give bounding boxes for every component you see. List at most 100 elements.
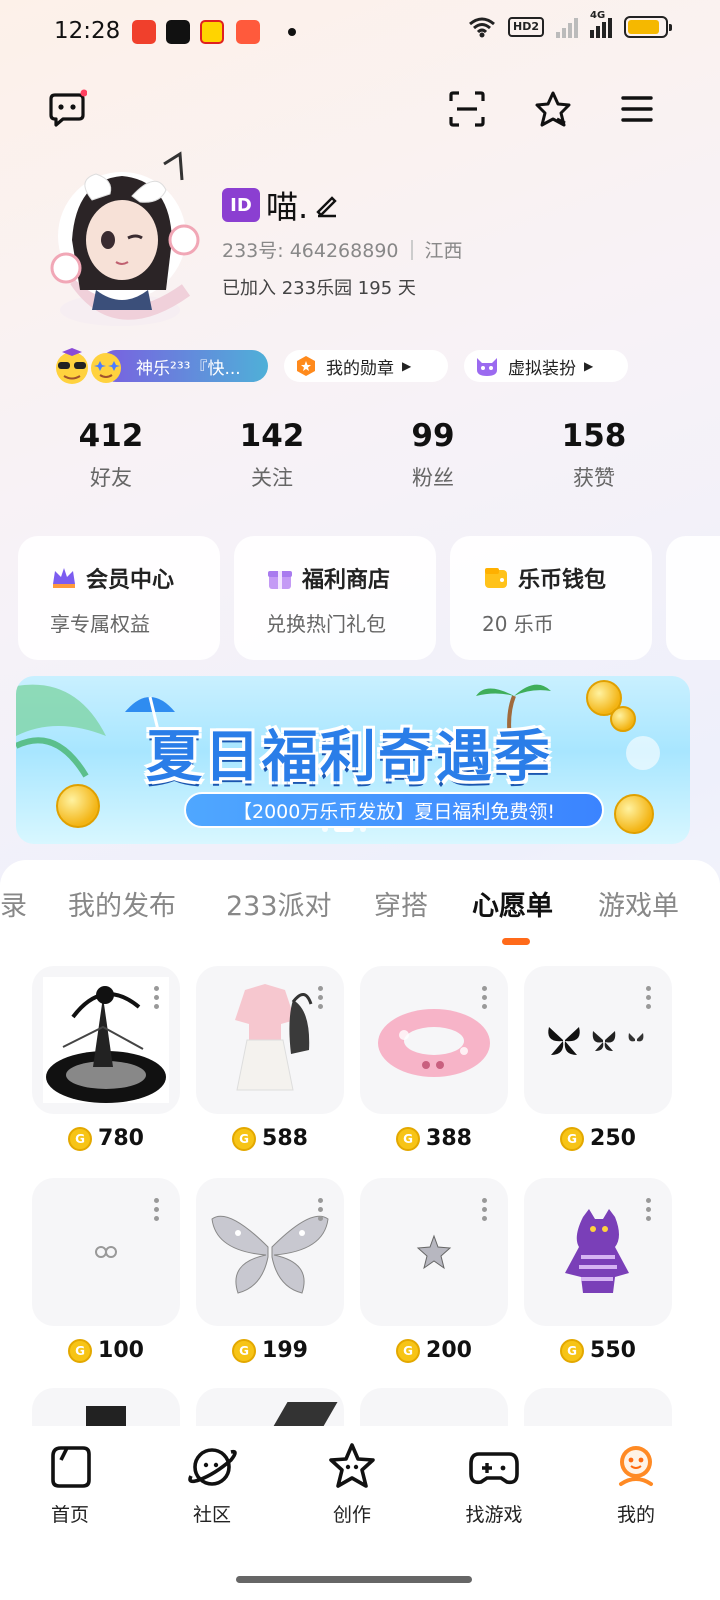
more-options-icon[interactable]	[154, 986, 160, 1009]
banner-subtitle: 【2000万乐币发放】夏日福利免费领!	[184, 792, 604, 828]
bubble-decoration	[626, 736, 660, 770]
price-value: 550	[590, 1338, 636, 1363]
join-days-text: 已加入 233乐园 195 天	[222, 278, 416, 299]
vip-center-card[interactable]: 会员中心 享专属权益	[18, 536, 220, 660]
notification-dot	[288, 28, 296, 36]
bw-art-figure-icon	[43, 977, 169, 1103]
wishlist-item[interactable]: G 100	[32, 1178, 180, 1363]
wishlist-item[interactable]	[524, 1388, 672, 1428]
more-options-icon[interactable]	[318, 1198, 324, 1221]
price-value: 388	[426, 1126, 472, 1151]
edit-icon[interactable]	[314, 192, 340, 218]
nav-label: 首页	[50, 1504, 89, 1526]
wishlist-item[interactable]: G 588	[196, 966, 344, 1151]
crown-icon	[53, 568, 75, 588]
profile-name: ID 喵.	[222, 182, 340, 228]
wallet-icon	[485, 568, 507, 588]
wishlist-item[interactable]: G 388	[360, 966, 508, 1151]
item-price: G 200	[360, 1338, 508, 1363]
wishlist-item[interactable]	[360, 1388, 508, 1428]
more-options-icon[interactable]	[482, 1198, 488, 1221]
card-title: 乐币钱包	[518, 568, 607, 593]
item-price: G 100	[32, 1338, 180, 1363]
more-options-icon[interactable]	[154, 1198, 160, 1221]
avatar[interactable]	[36, 140, 200, 330]
stat-following[interactable]: 142 关注	[217, 418, 327, 492]
nav-label: 找游戏	[465, 1504, 523, 1526]
coin-icon: G	[68, 1126, 93, 1151]
caret-right-icon: ▶	[402, 359, 412, 373]
item-thumbnail	[32, 1178, 180, 1326]
coin-icon: G	[68, 1338, 93, 1363]
nav-home[interactable]: 首页	[20, 1440, 120, 1527]
tab-my-posts[interactable]: 我的发布	[68, 884, 176, 923]
region-text: 江西	[424, 240, 463, 262]
item-price: G 550	[524, 1338, 672, 1363]
wishlist-item[interactable]: G 550	[524, 1178, 672, 1363]
nav-find-games[interactable]: 找游戏	[444, 1440, 544, 1527]
id-badge-icon: ID	[222, 188, 260, 222]
stat-friends[interactable]: 412 好友	[56, 418, 166, 492]
wishlist-item[interactable]: G 250	[524, 966, 672, 1151]
caret-right-icon: ▶	[584, 359, 594, 373]
coin-decoration	[610, 706, 636, 732]
message-icon[interactable]	[44, 86, 90, 132]
tab-outfits[interactable]: 穿搭	[374, 884, 428, 923]
home-indicator	[236, 1576, 472, 1583]
stat-fans[interactable]: 99 粉丝	[378, 418, 488, 492]
card-subtitle: 享专属权益	[50, 612, 150, 636]
menu-icon[interactable]	[614, 86, 660, 132]
stat-label: 好友	[90, 466, 132, 490]
star-badge-icon[interactable]	[530, 86, 576, 132]
weibo-icon	[200, 20, 224, 44]
tab-233-party[interactable]: 233派对	[226, 884, 332, 923]
profile-tabs: 录 我的发布 233派对 穿搭 心愿单 游戏单	[0, 884, 720, 928]
wishlist-item[interactable]	[196, 1388, 344, 1428]
cat-mask-icon	[477, 358, 497, 376]
stat-value: 158	[561, 418, 627, 454]
item-thumbnail	[32, 966, 180, 1114]
nav-community[interactable]: 社区	[162, 1440, 262, 1527]
coin-decoration	[56, 784, 100, 828]
wishlist-item[interactable]: G 199	[196, 1178, 344, 1363]
item-thumbnail	[360, 1178, 508, 1326]
tab-wishlist[interactable]: 心愿单	[472, 884, 553, 923]
welfare-shop-card[interactable]: 福利商店 兑换热门礼包	[234, 536, 436, 660]
nav-create[interactable]: 创作	[302, 1440, 402, 1527]
nav-mine[interactable]: 我的	[586, 1440, 686, 1527]
promo-banner[interactable]: 夏日福利奇遇季 【2000万乐币发放】夏日福利免费领!	[16, 676, 690, 844]
item-price: G 780	[32, 1126, 180, 1151]
bottom-nav: 首页 社区 创作 找游戏 我的	[0, 1426, 720, 1600]
wifi-icon	[469, 17, 495, 38]
wishlist-item[interactable]	[32, 1388, 180, 1428]
more-options-icon[interactable]	[646, 986, 652, 1009]
item-price: G 250	[524, 1126, 672, 1151]
card-subtitle: 20 乐币	[482, 612, 554, 636]
wishlist-item[interactable]: G 780	[32, 966, 180, 1151]
wishlist-item[interactable]: G 200	[360, 1178, 508, 1363]
stat-likes[interactable]: 158 获赞	[539, 418, 649, 492]
tab-game-list[interactable]: 游戏单	[598, 884, 679, 923]
next-feature-card[interactable]	[666, 536, 720, 660]
more-options-icon[interactable]	[318, 986, 324, 1009]
my-medals-button[interactable]: 我的勋章 ▶	[284, 350, 448, 382]
item-price: G 199	[196, 1338, 344, 1363]
tab-records[interactable]: 录	[0, 884, 27, 923]
tiny-charm-icon	[95, 1246, 117, 1258]
virtual-dress-button[interactable]: 虚拟装扮 ▶	[464, 350, 628, 382]
coin-wallet-card[interactable]: 乐币钱包 20 乐币	[450, 536, 652, 660]
gamepad-icon	[469, 1452, 519, 1485]
more-options-icon[interactable]	[646, 1198, 652, 1221]
card-subtitle: 兑换热门礼包	[266, 612, 386, 636]
item-price: G 388	[360, 1126, 508, 1151]
hd-icon: HD2	[508, 17, 544, 37]
item-thumbnail	[360, 966, 508, 1114]
virtual-dress-label: 虚拟装扮	[508, 358, 576, 379]
scan-icon[interactable]	[444, 86, 490, 132]
price-value: 588	[262, 1126, 308, 1151]
coin-decoration	[614, 794, 654, 834]
gift-icon	[268, 571, 292, 589]
item-partial-image	[272, 1402, 338, 1428]
banner-pagination	[322, 826, 366, 832]
more-options-icon[interactable]	[482, 986, 488, 1009]
